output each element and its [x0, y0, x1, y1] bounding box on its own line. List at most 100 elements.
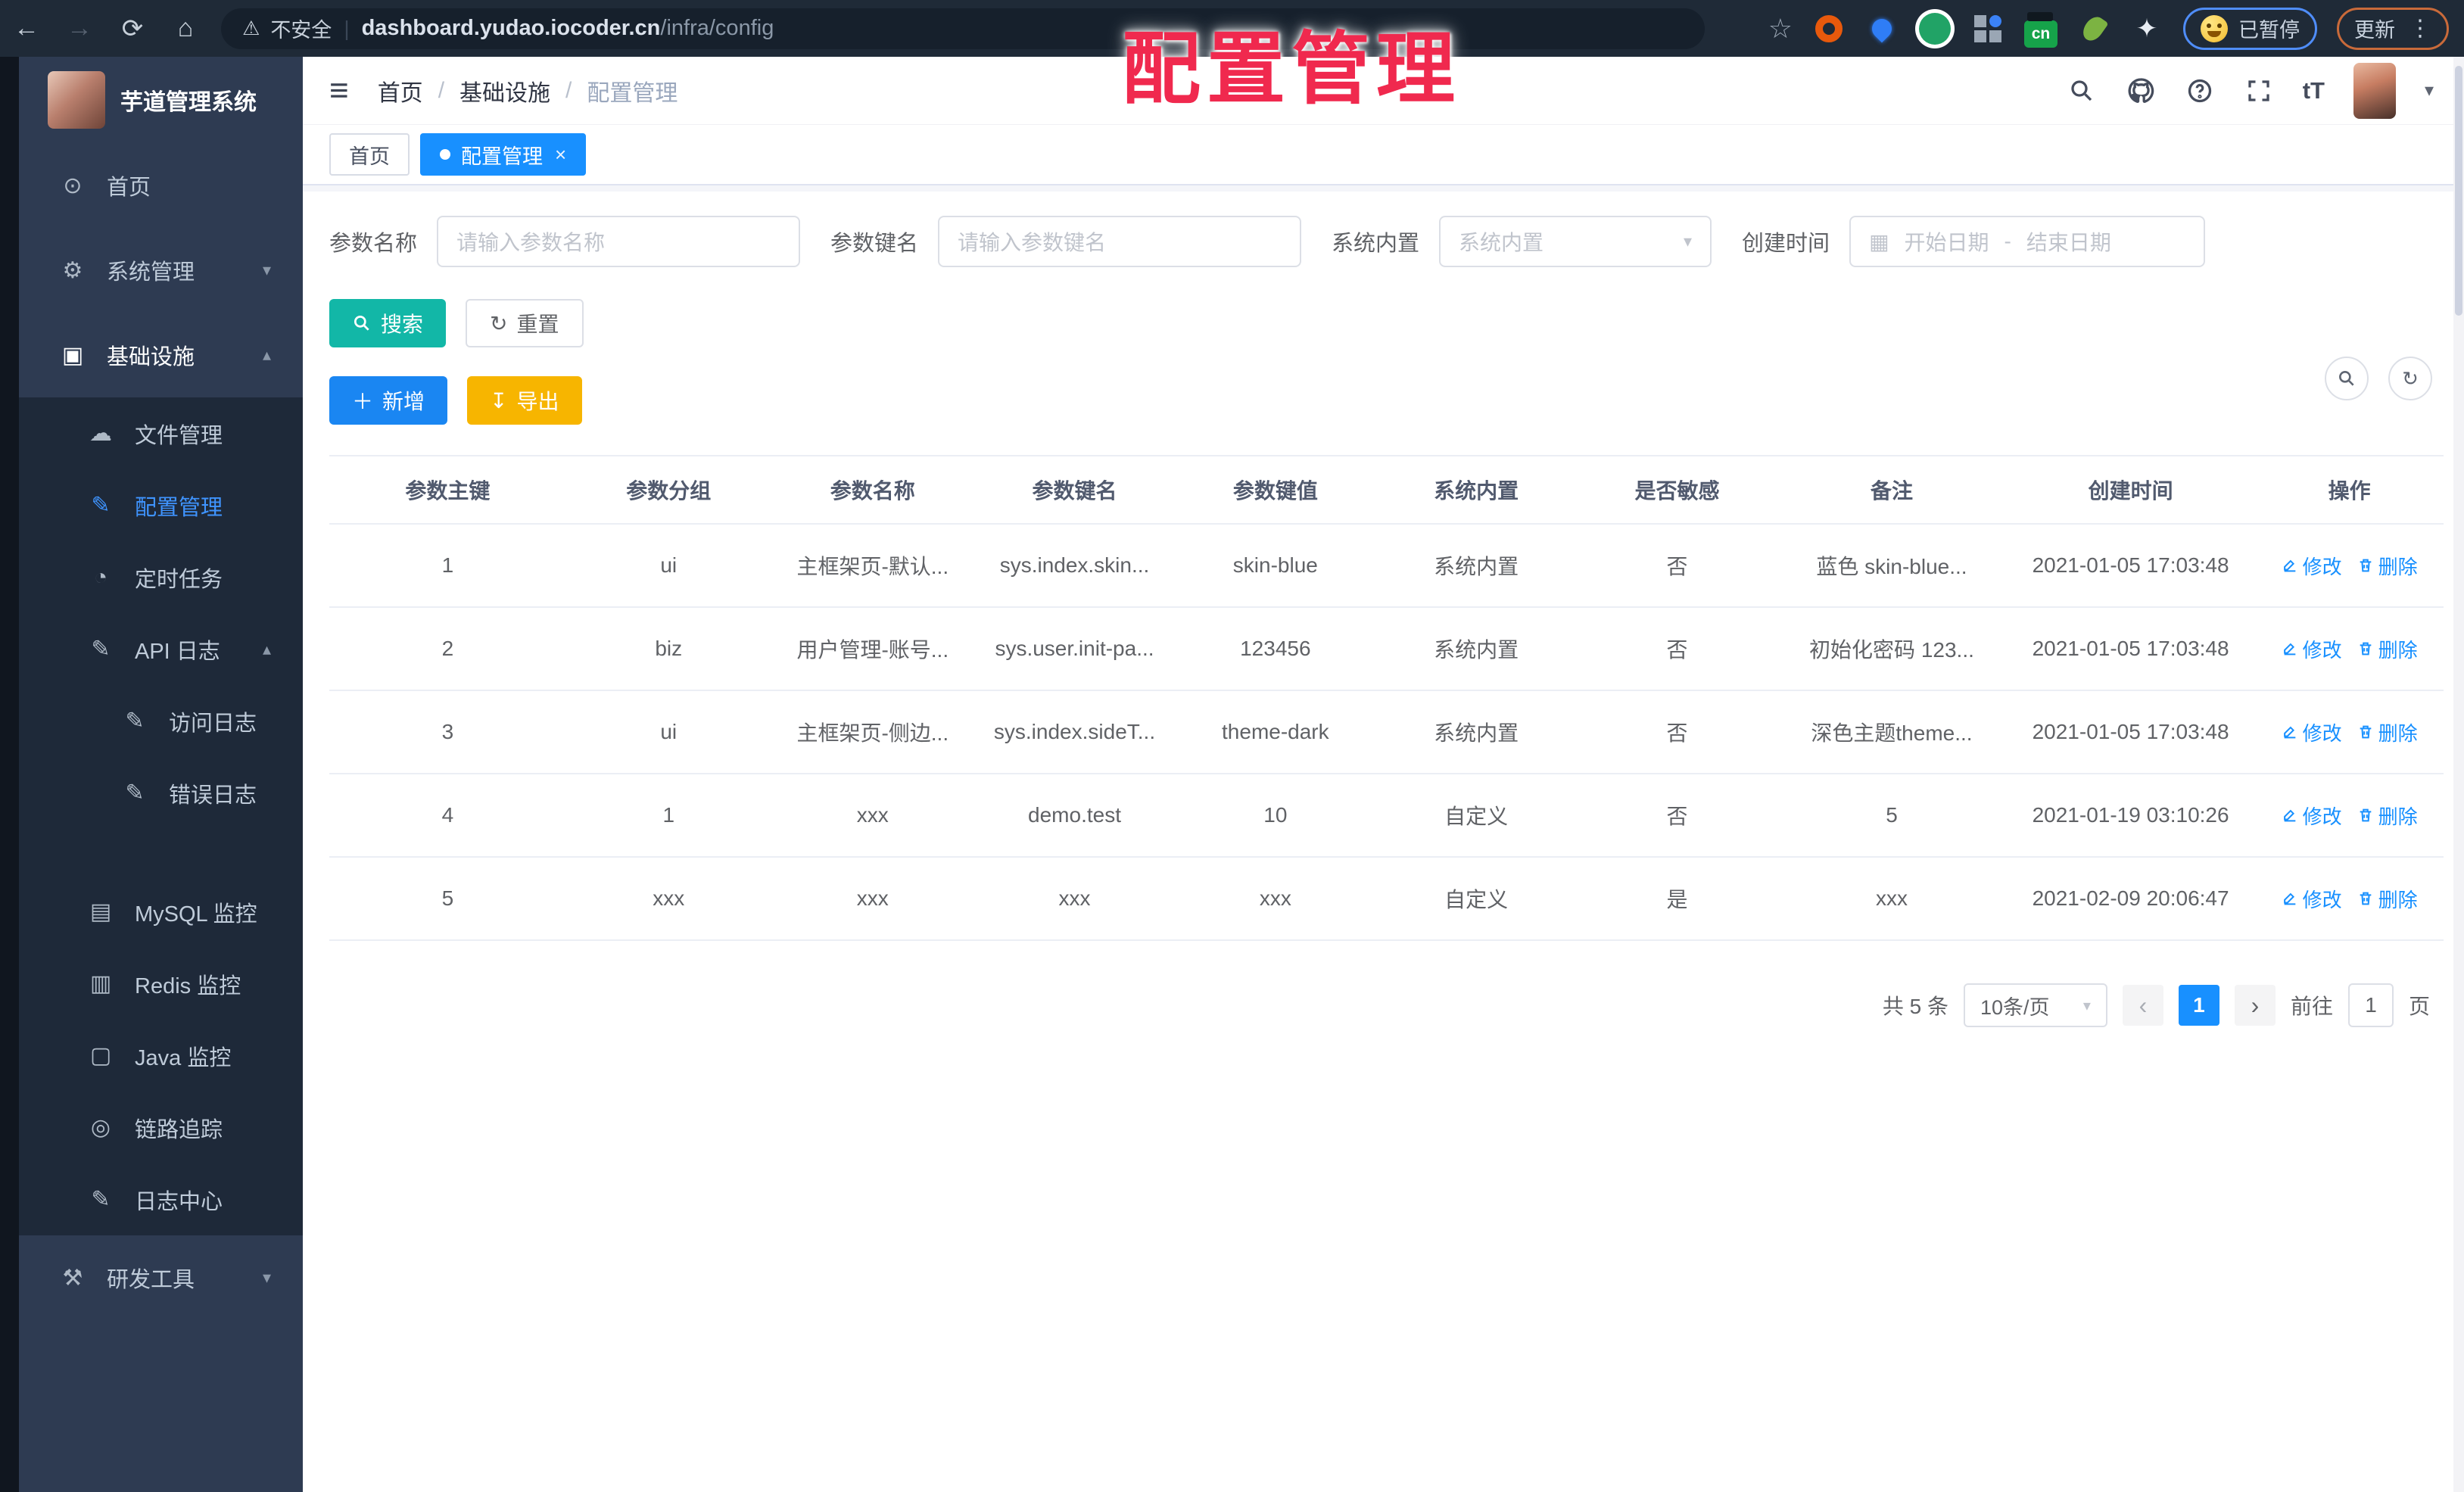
sidebar-item-访问日志[interactable]: ✎ 访问日志	[19, 685, 303, 757]
app-logo-row[interactable]: 芋道管理系统	[19, 57, 303, 143]
table-cell: 3	[329, 690, 566, 774]
sidebar-item-api-日志[interactable]: ✎ API 日志 ▴	[19, 613, 303, 685]
reload-icon[interactable]: ⟳	[106, 14, 159, 44]
table-cell: 否	[1576, 524, 1778, 608]
next-page-button[interactable]: ›	[2234, 985, 2276, 1026]
sidebar-item-错误日志[interactable]: ✎ 错误日志	[19, 757, 303, 829]
extension-pin-icon[interactable]	[1865, 12, 1899, 45]
delete-row-button[interactable]: 删除	[2357, 885, 2418, 913]
sidebar-item-配置管理[interactable]: ✎ 配置管理	[19, 469, 303, 541]
sidebar-item-文件管理[interactable]: ☁ 文件管理	[19, 397, 303, 469]
filter-key-label: 参数键名	[830, 232, 919, 256]
delete-row-button[interactable]: 删除	[2357, 552, 2418, 580]
delete-row-button[interactable]: 删除	[2357, 718, 2418, 746]
breadcrumb-home[interactable]: 首页	[378, 74, 423, 107]
breadcrumb-separator: /	[438, 77, 445, 103]
sidebar-item-定时任务[interactable]: ◔ 定时任务	[19, 541, 303, 613]
chevron-down-icon[interactable]: ▾	[2425, 79, 2434, 101]
sidebar-item-label: 定时任务	[135, 567, 223, 592]
timer-icon: ◔	[93, 564, 108, 590]
refresh-table-button[interactable]: ↻	[2388, 357, 2432, 400]
address-bar[interactable]: ⚠ 不安全 | dashboard.yudao.iocoder.cn /infr…	[221, 8, 1705, 49]
refresh-icon: ↻	[490, 311, 508, 335]
plus-icon: ＋	[352, 390, 374, 413]
delete-row-button[interactable]: 删除	[2357, 635, 2418, 663]
edit-row-button[interactable]: 修改	[2282, 802, 2342, 830]
param-key-input[interactable]: 请输入参数键名	[938, 216, 1302, 267]
sidebar-item-redis-监控[interactable]: ▥ Redis 监控	[19, 948, 303, 1020]
chevron-down-icon: ▾	[262, 1268, 271, 1287]
font-size-icon[interactable]: tT	[2303, 77, 2325, 104]
total-count: 共 5 条	[1882, 995, 1948, 1018]
sidebar-item-mysql-监控[interactable]: ▤ MySQL 监控	[19, 876, 303, 948]
search-button[interactable]: 搜索	[329, 299, 447, 347]
scrollbar-thumb[interactable]	[2455, 66, 2462, 316]
system-builtin-select[interactable]: 系统内置 ▾	[1439, 216, 1712, 267]
sidebar-item-系统管理[interactable]: ⚙ 系统管理 ▾	[19, 228, 303, 313]
paused-extension-pill[interactable]: 已暂停	[2183, 7, 2317, 50]
search-icon[interactable]	[2067, 76, 2097, 106]
date-range-picker[interactable]: ▦ 开始日期 - 结束日期	[1849, 216, 2206, 267]
sidebar-menu: ⊙ 首页 ⚙ 系统管理 ▾ ▣ 基础设施 ▴ ☁ 文件管理 ✎ 配置管理 ◔ 定时任务 ✎ API 日志 ▴ ✎ 访…	[19, 143, 303, 1320]
sidebar-item-首页[interactable]: ⊙ 首页	[19, 143, 303, 228]
bookmark-star-icon[interactable]: ☆	[1768, 13, 1793, 45]
export-button[interactable]: ↧ 导出	[467, 376, 582, 425]
column-header: 创建时间	[2005, 455, 2256, 525]
paused-label: 已暂停	[2238, 19, 2300, 42]
scrollbar[interactable]	[2453, 57, 2464, 1492]
sidebar-item-链路追踪[interactable]: ◎ 链路追踪	[19, 1092, 303, 1163]
edit-row-button[interactable]: 修改	[2282, 552, 2342, 580]
row-actions: 修改 删除	[2255, 524, 2444, 608]
edit-row-button[interactable]: 修改	[2282, 885, 2342, 913]
sidebar-item-日志中心[interactable]: ✎ 日志中心	[19, 1163, 303, 1235]
log-icon: ✎	[125, 780, 145, 805]
edit-row-button[interactable]: 修改	[2282, 718, 2342, 746]
mysql-icon: ▤	[89, 899, 112, 924]
sidebar-item-label: 链路追踪	[135, 1117, 223, 1142]
home-icon[interactable]: ⌂	[159, 14, 212, 43]
extension-green-circle-icon[interactable]	[1918, 12, 1952, 45]
close-icon[interactable]: ×	[555, 143, 566, 167]
page-size-select[interactable]: 10条/页 ▾	[1963, 983, 2107, 1027]
back-icon[interactable]: ←	[0, 14, 53, 43]
column-header: 系统内置	[1375, 455, 1577, 525]
tab-config[interactable]: 配置管理 ×	[420, 133, 587, 176]
extension-orange-icon[interactable]	[1812, 12, 1846, 45]
add-button[interactable]: ＋ 新增	[329, 376, 448, 425]
toggle-search-button[interactable]	[2325, 357, 2369, 400]
extension-cn-icon[interactable]: cn	[2024, 12, 2057, 48]
table-row: 5 xxx xxx xxx xxx 自定义是 xxx 2021-02-09 20:06:47 修…	[329, 857, 2444, 941]
delete-row-button[interactable]: 删除	[2357, 802, 2418, 830]
forward-icon[interactable]: →	[53, 14, 106, 43]
extension-grid-icon[interactable]	[1971, 12, 2005, 45]
goto-page-input[interactable]: 1	[2347, 983, 2394, 1027]
reset-button[interactable]: ↻ 重置	[466, 299, 584, 347]
config-table: 参数主键 参数分组 参数名称 参数键名 参数键值 系统内置 是否敏感 备注 创建时间 操作 1 ui…	[329, 455, 2444, 941]
github-icon[interactable]	[2126, 76, 2156, 106]
edit-row-button[interactable]: 修改	[2282, 635, 2342, 663]
table-cell: sys.index.sideT...	[973, 690, 1176, 774]
sidebar-item-研发工具[interactable]: ⚒ 研发工具 ▾	[19, 1235, 303, 1320]
tab-home[interactable]: 首页	[329, 133, 410, 176]
breadcrumb-infra[interactable]: 基础设施	[459, 74, 550, 107]
menu-kebab-icon[interactable]: ⋮	[2409, 15, 2431, 42]
prev-page-button[interactable]: ‹	[2122, 985, 2163, 1026]
table-cell: 主框架页-侧边...	[771, 690, 974, 774]
page-number-1[interactable]: 1	[2178, 985, 2219, 1026]
user-avatar[interactable]	[2353, 62, 2396, 119]
sidebar-item-java-监控[interactable]: ▢ Java 监控	[19, 1020, 303, 1092]
fullscreen-icon[interactable]	[2244, 76, 2274, 106]
sidebar-item-基础设施[interactable]: ▣ 基础设施 ▴	[19, 313, 303, 397]
sidebar-collapse-icon[interactable]: ≡	[329, 72, 349, 110]
table-cell: xxx	[565, 857, 771, 941]
chevron-up-icon: ▴	[262, 639, 271, 659]
log-icon: ✎	[91, 637, 111, 662]
extension-puzzle-icon[interactable]: ✦	[2130, 12, 2163, 45]
extension-sprout-icon[interactable]	[2077, 12, 2110, 45]
browser-update-button[interactable]: 更新 ⋮	[2337, 7, 2449, 50]
param-name-input[interactable]: 请输入参数名称	[437, 216, 801, 267]
help-icon[interactable]	[2185, 76, 2215, 106]
sidebar-item-label: MySQL 监控	[135, 902, 257, 927]
app-logo-avatar	[48, 71, 105, 129]
active-dot-icon	[440, 149, 450, 160]
